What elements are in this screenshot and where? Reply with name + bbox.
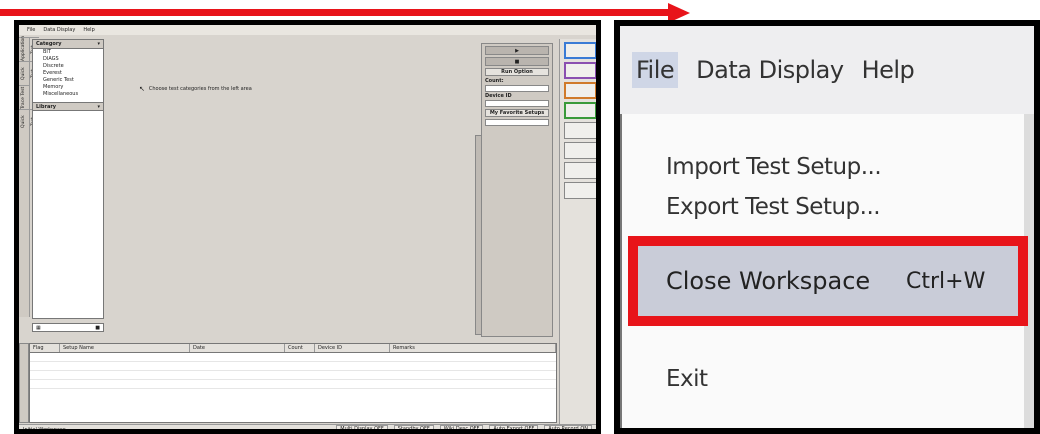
tool-button[interactable] bbox=[564, 102, 596, 119]
red-arrow bbox=[0, 9, 670, 16]
grid-icon: ▦ bbox=[36, 324, 41, 331]
tool-button[interactable] bbox=[564, 142, 596, 159]
control-panel: ▶ ■ Run Option Count: Device ID My Favor… bbox=[481, 43, 553, 337]
results-side-tab[interactable] bbox=[19, 343, 29, 423]
category-item[interactable]: BIT bbox=[33, 49, 103, 56]
menu-file[interactable]: File bbox=[632, 52, 679, 88]
tool-button[interactable] bbox=[564, 162, 596, 179]
tool-button[interactable] bbox=[564, 82, 596, 99]
category-header[interactable]: Category ▾ bbox=[33, 40, 103, 49]
menu-item-import[interactable]: Import Test Setup... bbox=[666, 154, 882, 180]
tutorial-figure: File Data Display Help Application Test … bbox=[0, 0, 1040, 434]
status-bar: Initial Workspace Multi Display OFF Stan… bbox=[19, 424, 596, 433]
chevron-down-icon: ▾ bbox=[97, 41, 100, 47]
table-row[interactable] bbox=[30, 353, 556, 362]
col-flag[interactable]: Flag bbox=[30, 344, 60, 352]
chevron-down-icon: ▾ bbox=[97, 104, 100, 110]
tool-button[interactable] bbox=[564, 42, 596, 59]
category-item[interactable]: Everest bbox=[33, 70, 103, 77]
status-toggle[interactable]: Auto Record ON bbox=[544, 425, 592, 429]
run-option-button[interactable]: Run Option bbox=[485, 68, 549, 76]
tool-button[interactable] bbox=[564, 62, 596, 79]
col-remarks[interactable]: Remarks bbox=[390, 344, 556, 352]
table-row[interactable] bbox=[30, 362, 556, 371]
vtab-trace[interactable]: Trace Test bbox=[19, 85, 29, 109]
hint: ↖ Choose test categories from the left a… bbox=[139, 85, 252, 93]
right-tool-strip bbox=[559, 39, 596, 429]
col-device-id[interactable]: Device ID bbox=[315, 344, 390, 352]
status-toggle[interactable]: Wiki Desc OFF bbox=[439, 425, 484, 429]
setup-grid: Flag Setup Name Date Count Device ID Rem… bbox=[29, 343, 557, 423]
app-window-screenshot: File Data Display Help Application Test … bbox=[14, 20, 601, 434]
menu-file[interactable]: File bbox=[27, 27, 35, 33]
main-content-area bbox=[107, 39, 479, 335]
category-item[interactable]: Discrete bbox=[33, 63, 103, 70]
category-panel: Category ▾ BIT DIAGS Discrete Everest Ge… bbox=[32, 39, 104, 319]
status-toggle[interactable]: Auto Export OFF bbox=[489, 425, 539, 429]
zoomed-file-menu: File Data Display Help Import Test Setup… bbox=[614, 20, 1040, 434]
status-left: Initial Workspace bbox=[23, 426, 66, 433]
my-favorite-setups[interactable]: My Favorite Setups bbox=[485, 109, 549, 117]
run-button[interactable]: ▶ bbox=[485, 46, 549, 55]
count-field[interactable] bbox=[485, 85, 549, 92]
close-workspace-shortcut: Ctrl+W bbox=[906, 269, 986, 294]
stop-icon: ■ bbox=[514, 59, 520, 65]
device-id-label: Device ID bbox=[485, 93, 512, 99]
category-item[interactable]: Generic Test bbox=[33, 77, 103, 84]
tool-button[interactable] bbox=[564, 182, 596, 199]
category-item[interactable]: DIAGS bbox=[33, 56, 103, 63]
library-footer[interactable]: ▦ ■ bbox=[32, 323, 104, 332]
menu-item-exit[interactable]: Exit bbox=[666, 366, 708, 392]
tool-button[interactable] bbox=[564, 122, 596, 139]
table-row[interactable] bbox=[30, 371, 556, 380]
menubar: File Data Display Help bbox=[19, 25, 596, 35]
table-row[interactable] bbox=[30, 380, 556, 389]
stop-button[interactable]: ■ bbox=[485, 57, 549, 66]
col-count[interactable]: Count bbox=[285, 344, 315, 352]
category-item[interactable]: Memory bbox=[33, 84, 103, 91]
list-icon: ■ bbox=[95, 324, 100, 331]
device-id-field[interactable] bbox=[485, 100, 549, 107]
close-workspace-label: Close Workspace bbox=[666, 267, 871, 295]
play-icon: ▶ bbox=[515, 48, 519, 54]
menu-help[interactable]: Help bbox=[862, 56, 915, 84]
grid-header: Flag Setup Name Date Count Device ID Rem… bbox=[30, 344, 556, 353]
library-header[interactable]: Library ▾ bbox=[33, 102, 103, 111]
status-toggle[interactable]: Standby OFF bbox=[393, 425, 434, 429]
menu-data-display[interactable]: Data Display bbox=[696, 56, 844, 84]
menu-data-display[interactable]: Data Display bbox=[43, 27, 75, 33]
col-setup-name[interactable]: Setup Name bbox=[60, 344, 190, 352]
menu-help[interactable]: Help bbox=[83, 27, 94, 33]
pointer-icon: ↖ bbox=[139, 85, 145, 93]
vertical-tabs: Application Test Quick Test Trace Test Q… bbox=[19, 36, 39, 317]
favorite-select[interactable] bbox=[485, 119, 549, 126]
menu-item-export[interactable]: Export Test Setup... bbox=[666, 194, 881, 220]
col-date[interactable]: Date bbox=[190, 344, 285, 352]
category-item[interactable]: Miscellaneous bbox=[33, 91, 103, 98]
status-toggle[interactable]: Multi Display OFF bbox=[336, 425, 388, 429]
zoom-menubar: File Data Display Help bbox=[620, 26, 1034, 114]
count-label: Count: bbox=[485, 78, 504, 84]
